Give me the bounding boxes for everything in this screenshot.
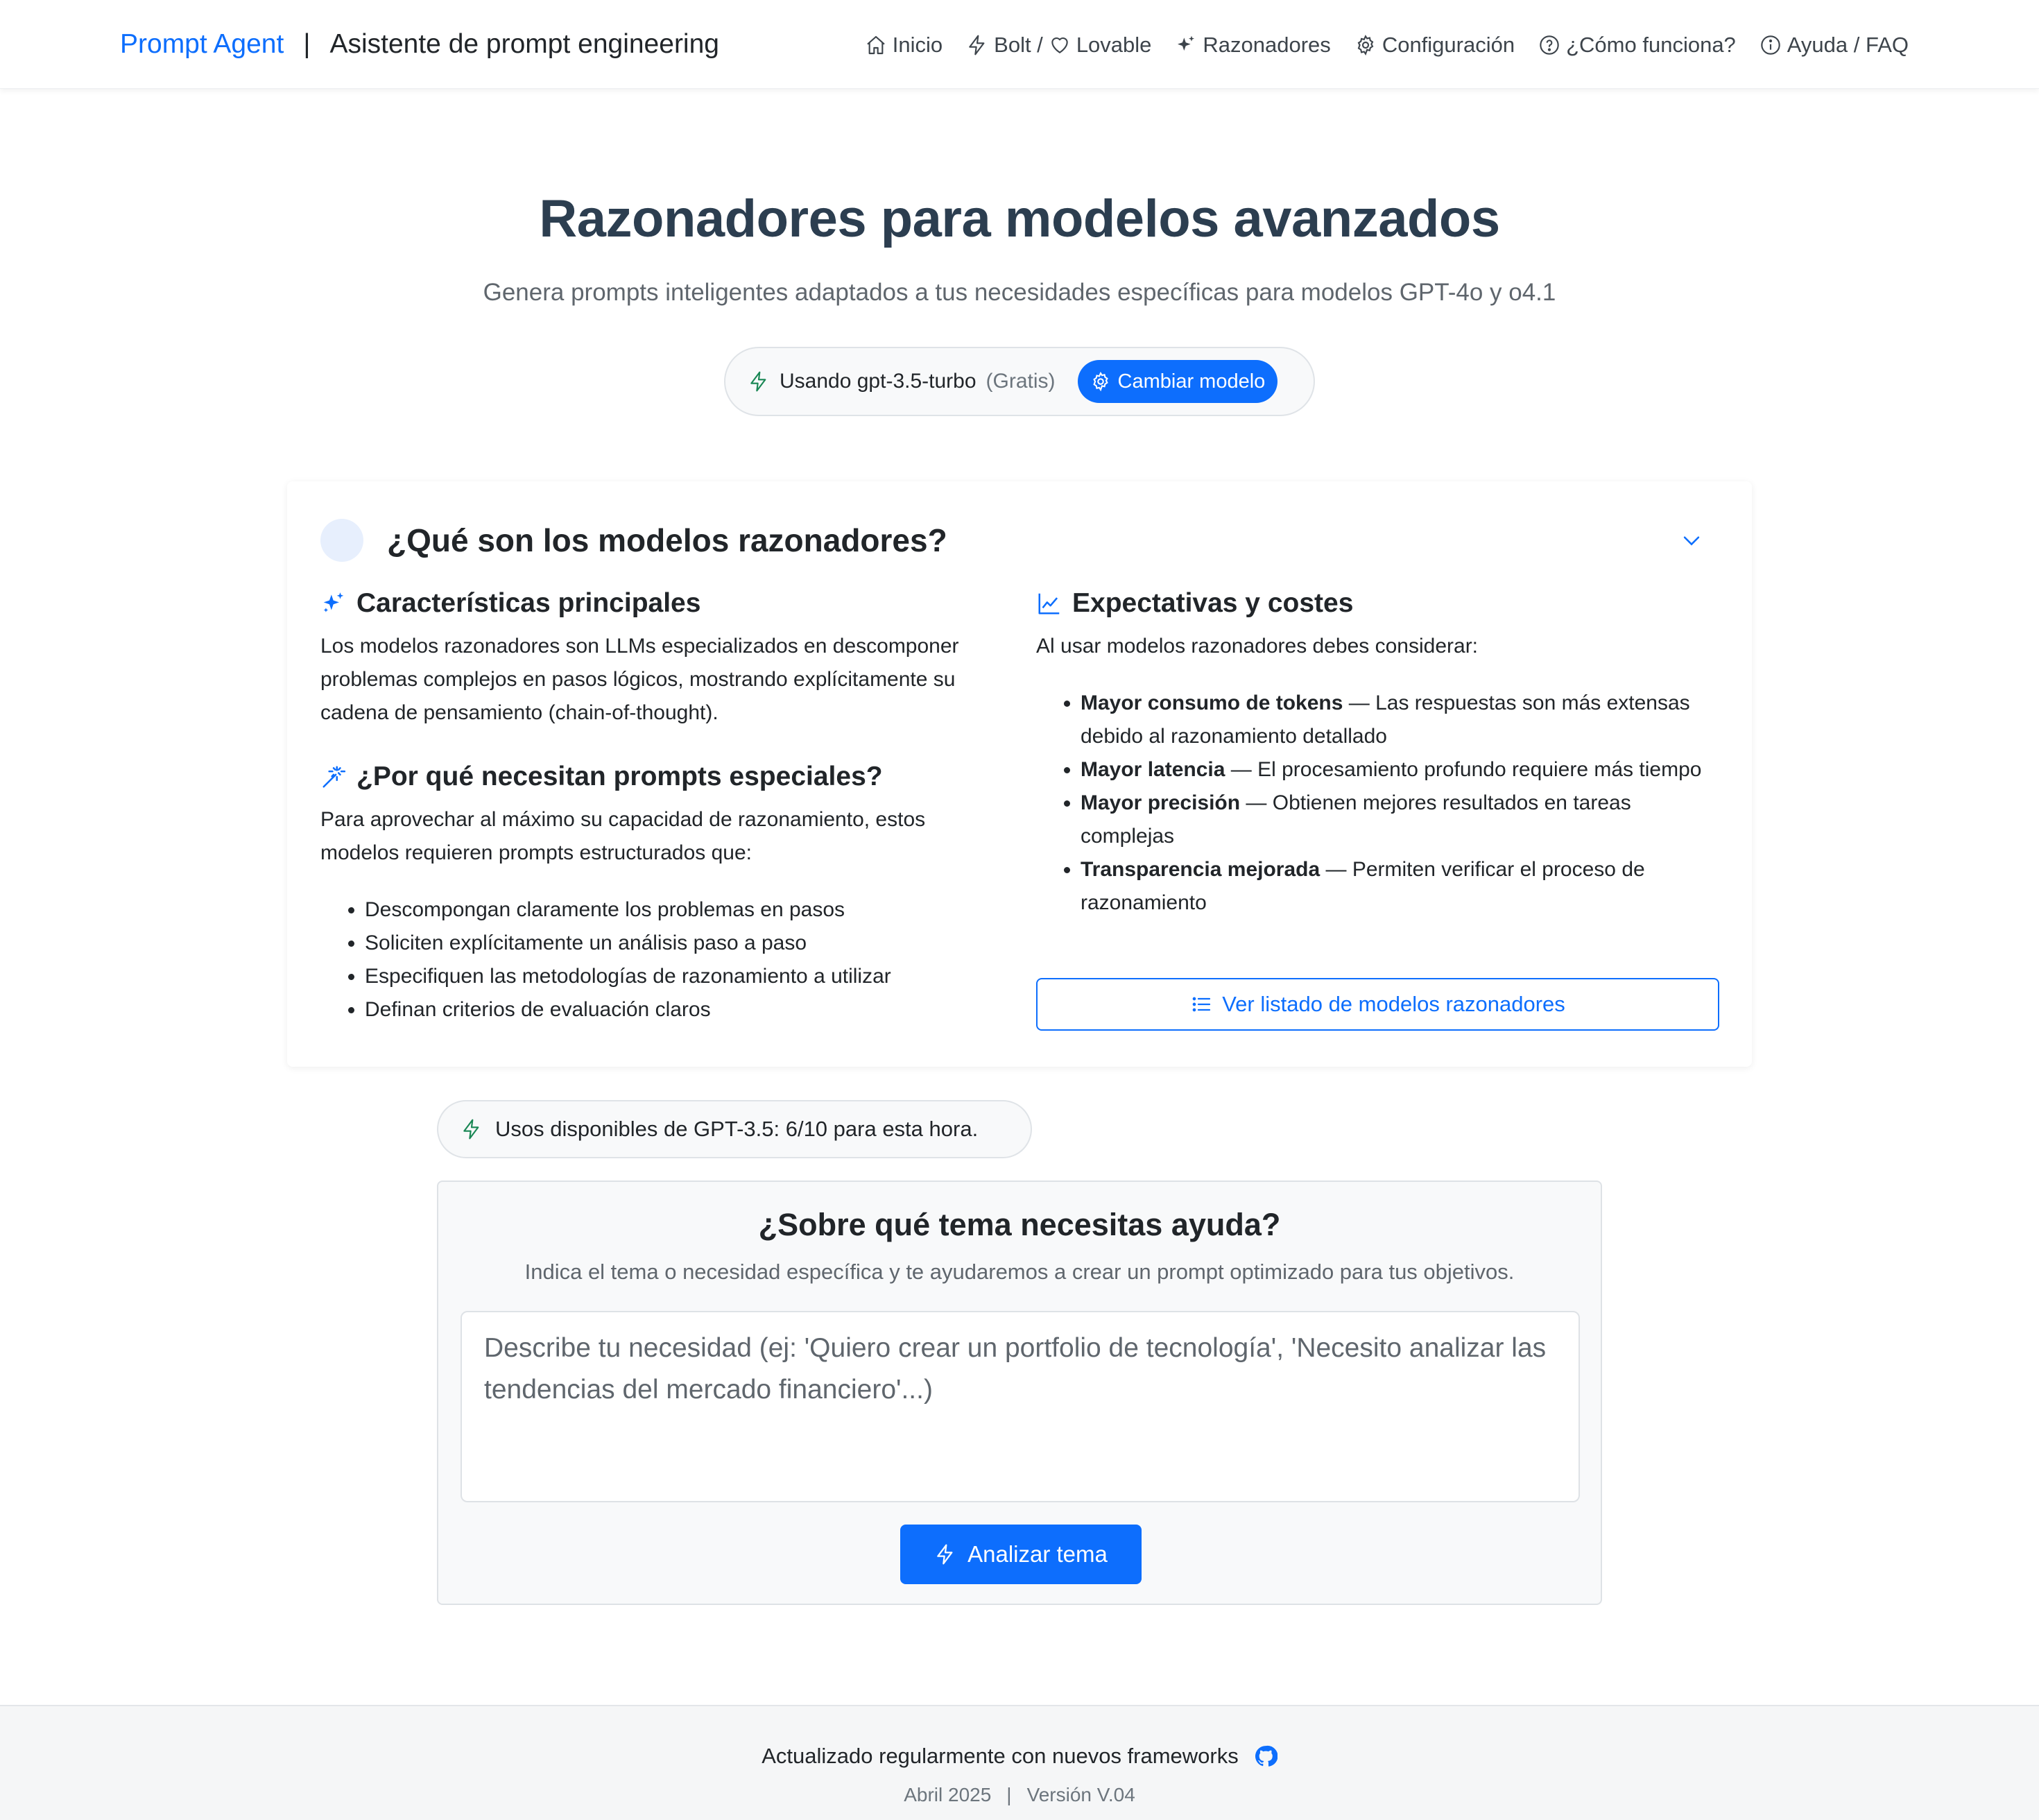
nav-label: Bolt / (994, 33, 1043, 57)
list-icon (1190, 993, 1212, 1015)
nav-item-configuracion[interactable]: Configuración (1354, 33, 1515, 58)
form-subtitle: Indica el tema o necesidad específica y … (524, 1260, 1515, 1284)
heart-icon (1049, 34, 1071, 56)
list-item: Descompongan claramente los problemas en… (365, 893, 986, 927)
list-item: Definan criterios de evaluación claros (365, 993, 986, 1027)
info-card-header[interactable]: ¿Qué son los modelos razonadores? (320, 519, 947, 562)
footer-update-text: Actualizado regularmente con nuevos fram… (762, 1744, 1239, 1768)
costs-list: Mayor consumo de tokens — Las respuestas… (1036, 687, 1719, 920)
page-subtitle: Genera prompts inteligentes adaptados a … (483, 279, 1556, 306)
list-item-text: — El procesamiento profundo requiere más… (1225, 758, 1702, 781)
line-chart-icon (1036, 590, 1062, 617)
sparkles-icon (320, 590, 347, 617)
topic-textarea[interactable] (461, 1311, 1580, 1502)
footer: Actualizado regularmente con nuevos fram… (0, 1705, 2039, 1820)
nav-label: ¿Cómo funciona? (1566, 33, 1736, 57)
list-item: Transparencia mejorada — Permiten verifi… (1081, 853, 1719, 920)
costs-title: Expectativas y costes (1072, 588, 1354, 618)
question-circle-icon (1538, 34, 1560, 56)
brand-name[interactable]: Prompt Agent (120, 26, 284, 62)
info-right-column: Expectativas y costes Al usar modelos ra… (1036, 585, 1719, 920)
nav-label: Inicio (892, 33, 943, 57)
features-title: Características principales (356, 588, 701, 618)
gear-icon (1354, 34, 1377, 56)
bolt-icon (966, 34, 988, 56)
usage-text: Usos disponibles de GPT-3.5: 6/10 para e… (495, 1117, 979, 1141)
nav-label: Ayuda / FAQ (1787, 33, 1909, 57)
list-item-bold: Mayor latencia (1081, 758, 1225, 781)
chevron-down-icon[interactable] (1680, 529, 1703, 552)
form-title: ¿Sobre qué tema necesitas ayuda? (758, 1207, 1281, 1242)
info-circle-icon (1760, 34, 1782, 56)
nav-item-como-funciona[interactable]: ¿Cómo funciona? (1538, 33, 1736, 58)
home-icon (865, 34, 887, 56)
footer-separator: | (1006, 1784, 1012, 1805)
model-tier: (Gratis) (986, 370, 1056, 393)
costs-heading: Expectativas y costes (1036, 585, 1719, 621)
sparkles-icon (1175, 34, 1197, 56)
features-heading: Características principales (320, 585, 986, 621)
magic-wand-icon (320, 764, 347, 790)
page-title: Razonadores para modelos avanzados (539, 189, 1500, 248)
footer-date: Abril 2025 (904, 1784, 992, 1805)
model-prefix: Usando (780, 370, 852, 393)
nav-item-ayuda-faq[interactable]: Ayuda / FAQ (1760, 33, 1909, 58)
costs-intro: Al usar modelos razonadores debes consid… (1036, 635, 1479, 658)
why-title: ¿Por qué necesitan prompts especiales? (356, 762, 883, 791)
github-icon[interactable] (1254, 1744, 1277, 1768)
bolt-icon (934, 1543, 956, 1565)
topic-form-card: ¿Sobre qué tema necesitas ayuda? Indica … (437, 1181, 1602, 1605)
gear-icon (1090, 371, 1111, 392)
brand[interactable]: Prompt Agent | Asistente de prompt engin… (120, 26, 719, 62)
nav-item-bolt-lovable[interactable]: Bolt / Lovable (966, 33, 1151, 58)
info-card-title: ¿Qué son los modelos razonadores? (387, 522, 947, 558)
footer-version: Versión V.04 (1026, 1784, 1135, 1805)
footer-update-line: Actualizado regularmente con nuevos fram… (0, 1744, 2039, 1769)
nav-label: Lovable (1076, 33, 1152, 57)
brand-separator: | (303, 29, 311, 59)
change-model-label: Cambiar modelo (1117, 370, 1266, 393)
usage-indicator: Usos disponibles de GPT-3.5: 6/10 para e… (437, 1100, 1032, 1158)
top-navbar: Prompt Agent | Asistente de prompt engin… (0, 0, 2039, 89)
why-text: Para aprovechar al máximo su capacidad d… (320, 808, 926, 864)
view-reasoning-models-button[interactable]: Ver listado de modelos razonadores (1036, 978, 1719, 1031)
list-item: Especifiquen las metodologías de razonam… (365, 960, 986, 993)
brand-subtitle: Asistente de prompt engineering (329, 29, 719, 59)
list-item-bold: Transparencia mejorada (1081, 858, 1320, 881)
list-item: Mayor latencia — El procesamiento profun… (1081, 753, 1719, 787)
brain-icon (320, 519, 363, 562)
why-list: Descompongan claramente los problemas en… (320, 893, 986, 1027)
nav-label: Configuración (1382, 33, 1515, 57)
analyze-topic-label: Analizar tema (967, 1541, 1108, 1567)
reasoning-models-info-card: ¿Qué son los modelos razonadores? Caract… (287, 481, 1752, 1067)
list-item: Soliciten explícitamente un análisis pas… (365, 927, 986, 960)
analyze-topic-button[interactable]: Analizar tema (900, 1525, 1142, 1584)
model-label: Usando gpt-3.5-turbo (780, 370, 977, 393)
list-item: Mayor precisión — Obtienen mejores resul… (1081, 787, 1719, 853)
current-model-indicator: Usando gpt-3.5-turbo (Gratis) Cambiar mo… (724, 347, 1315, 416)
features-text: Los modelos razonadores son LLMs especia… (320, 635, 959, 724)
model-name: gpt-3.5-turbo (857, 370, 977, 393)
bolt-icon (461, 1118, 483, 1140)
view-models-label: Ver listado de modelos razonadores (1222, 992, 1565, 1016)
list-item-bold: Mayor consumo de tokens (1081, 692, 1343, 714)
list-item: Mayor consumo de tokens — Las respuestas… (1081, 687, 1719, 753)
why-heading: ¿Por qué necesitan prompts especiales? (320, 759, 986, 795)
nav-label: Razonadores (1203, 33, 1331, 57)
change-model-button[interactable]: Cambiar modelo (1077, 360, 1278, 403)
nav-item-razonadores[interactable]: Razonadores (1175, 33, 1331, 58)
info-left-column: Características principales Los modelos … (320, 585, 986, 1027)
bolt-icon (748, 370, 770, 393)
footer-version-line: Abril 2025 | Versión V.04 (0, 1784, 2039, 1806)
list-item-bold: Mayor precisión (1081, 791, 1241, 814)
main-nav: Inicio Bolt / Lovable Razonadores Config… (865, 28, 1909, 62)
nav-item-inicio[interactable]: Inicio (865, 33, 943, 58)
